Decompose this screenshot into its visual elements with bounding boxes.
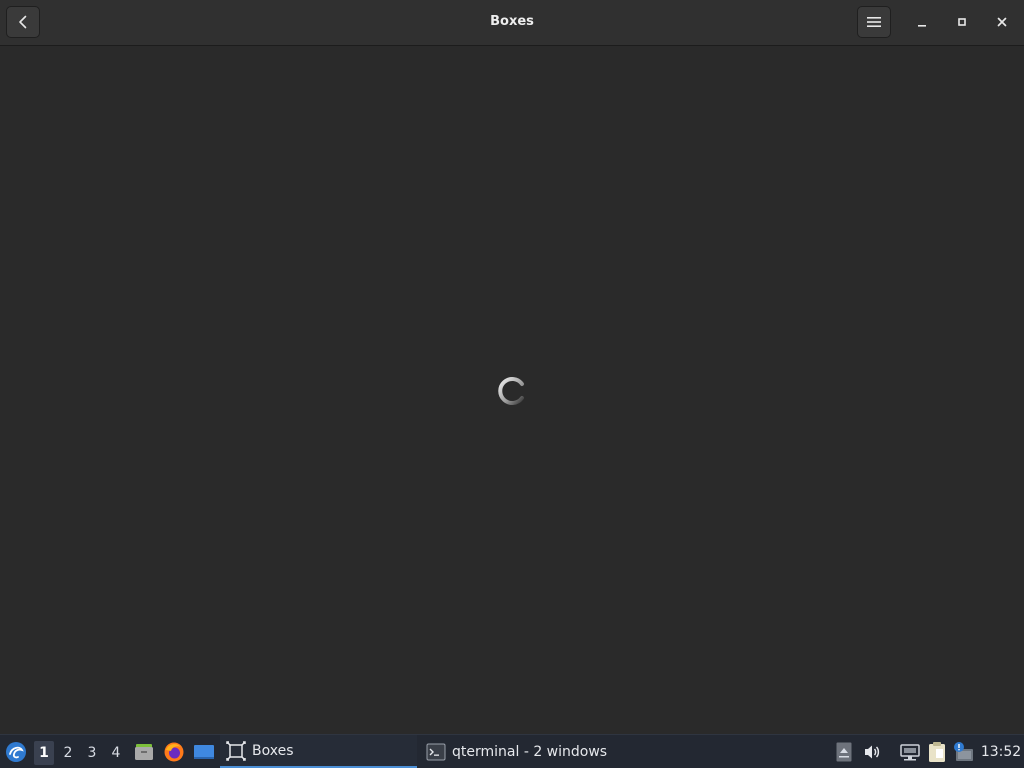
task-label-qterminal: qterminal - 2 windows	[452, 743, 608, 760]
tray-network[interactable]	[898, 735, 922, 768]
taskbar-clock[interactable]: 13:52	[980, 735, 1022, 768]
task-button-qterminal[interactable]: qterminal - 2 windows	[420, 735, 650, 768]
firefox-icon	[164, 742, 184, 762]
file-manager-icon	[135, 744, 153, 760]
terminal-icon	[426, 742, 446, 762]
volume-icon	[865, 745, 880, 759]
maximize-icon	[958, 18, 966, 26]
main-content-area	[0, 46, 1024, 734]
network-icon	[900, 744, 920, 761]
show-desktop-icon	[194, 745, 214, 759]
hamburger-menu-icon	[867, 17, 881, 27]
chevron-left-icon	[19, 15, 27, 29]
lxqt-start-menu-icon	[6, 742, 26, 762]
tray-clipboard[interactable]	[925, 735, 949, 768]
clipboard-icon	[929, 742, 945, 762]
maximize-button[interactable]	[949, 9, 975, 35]
minimize-button[interactable]	[909, 9, 935, 35]
start-menu-button[interactable]	[2, 735, 30, 768]
task-label-boxes: Boxes	[252, 742, 294, 759]
minimize-icon	[918, 25, 926, 27]
desktop-switch-1[interactable]: 1	[34, 741, 54, 765]
close-button[interactable]	[989, 9, 1015, 35]
close-icon	[997, 17, 1007, 27]
tray-update-notifier[interactable]	[951, 735, 975, 768]
taskbar: 1 2 3 4 Boxes qterminal - 2 windows 13:5…	[0, 734, 1024, 768]
desktop-switch-3[interactable]: 3	[82, 741, 102, 765]
boxes-app-icon	[226, 740, 246, 761]
tray-volume[interactable]	[860, 735, 884, 768]
desktop-switch-4[interactable]: 4	[106, 741, 126, 765]
quicklaunch-show-desktop[interactable]	[191, 735, 217, 768]
quicklaunch-firefox[interactable]	[161, 735, 187, 768]
quicklaunch-file-manager[interactable]	[131, 735, 157, 768]
spinner-icon	[498, 377, 524, 405]
update-notifier-icon	[954, 742, 973, 761]
back-button[interactable]	[6, 6, 40, 38]
window-headerbar: Boxes	[0, 0, 1024, 46]
main-menu-button[interactable]	[857, 6, 891, 38]
tray-expand-icon	[836, 742, 852, 762]
tray-expand-button[interactable]	[833, 735, 855, 768]
desktop-switch-2[interactable]: 2	[58, 741, 78, 765]
task-button-boxes[interactable]: Boxes	[220, 735, 417, 768]
